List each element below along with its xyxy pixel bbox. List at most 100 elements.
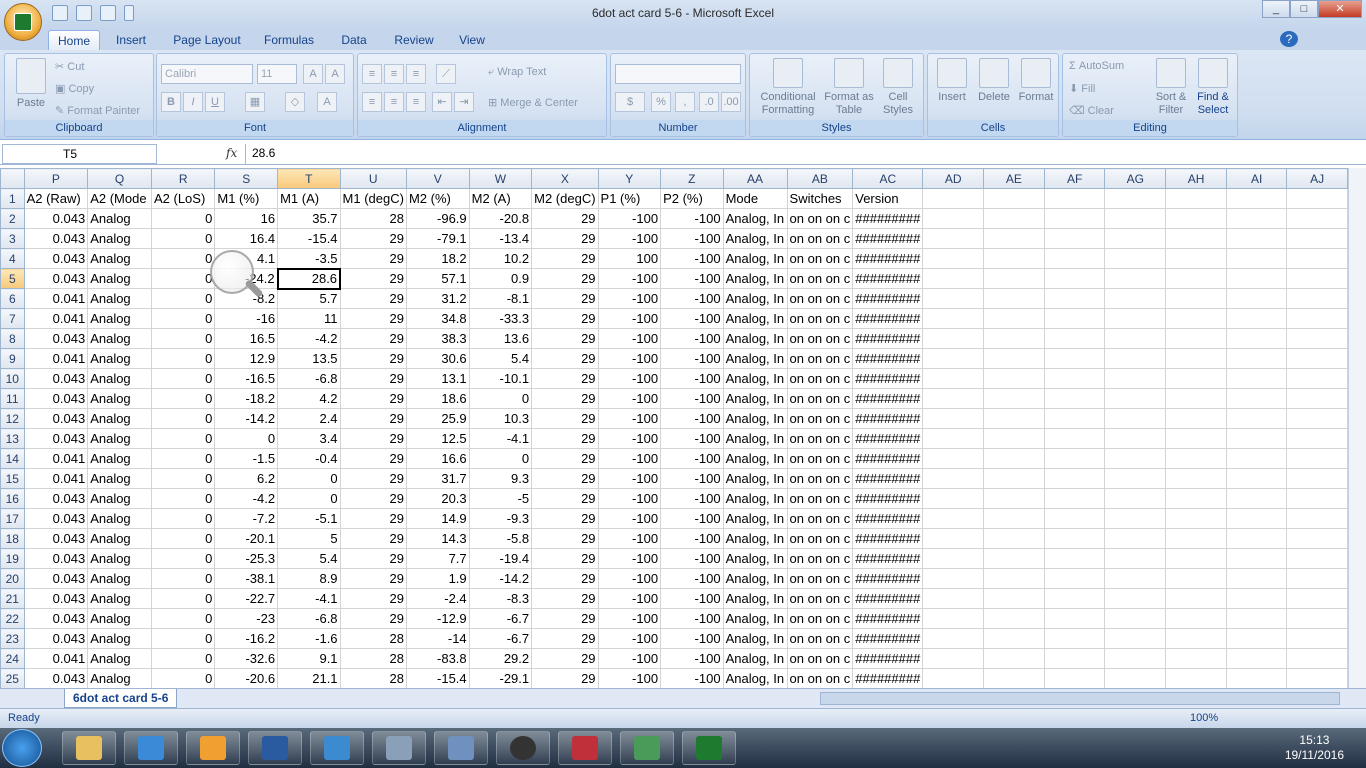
cell[interactable] xyxy=(1043,348,1106,369)
cell[interactable] xyxy=(1043,388,1106,409)
cell[interactable] xyxy=(1165,648,1227,669)
column-header[interactable]: P xyxy=(23,168,89,189)
cell[interactable]: 29 xyxy=(531,428,599,449)
cell[interactable]: 2.4 xyxy=(277,408,341,429)
cell[interactable]: ######### xyxy=(852,428,924,449)
cell[interactable]: 100 xyxy=(597,248,662,269)
cell[interactable]: on on on c xyxy=(786,668,854,688)
cell[interactable]: 0 xyxy=(150,348,216,369)
cell[interactable]: -100 xyxy=(597,428,662,449)
cell[interactable] xyxy=(1286,668,1348,688)
cell[interactable]: -100 xyxy=(660,308,724,329)
cell[interactable] xyxy=(1225,228,1288,249)
find-select-button[interactable]: Find & Select xyxy=(1193,58,1233,117)
network-icon[interactable] xyxy=(434,731,488,765)
cell[interactable] xyxy=(1286,448,1348,469)
cell[interactable] xyxy=(1043,368,1106,389)
column-header[interactable]: R xyxy=(150,168,216,189)
cell[interactable]: on on on c xyxy=(786,408,854,429)
conditional-formatting-button[interactable]: Conditional Formatting xyxy=(754,58,822,117)
cell[interactable]: M1 (degC) xyxy=(339,188,407,209)
cell[interactable]: 16.6 xyxy=(405,448,470,469)
cell[interactable] xyxy=(922,388,985,409)
cell[interactable] xyxy=(1104,508,1167,529)
cell[interactable]: -100 xyxy=(597,488,662,509)
cell[interactable]: ######### xyxy=(852,508,924,529)
cell[interactable] xyxy=(922,368,985,389)
cell[interactable]: 0.043 xyxy=(23,328,89,349)
cell[interactable]: 29 xyxy=(531,308,599,329)
cell[interactable]: P1 (%) xyxy=(597,188,662,209)
cell[interactable]: 0 xyxy=(150,588,216,609)
cell[interactable] xyxy=(983,668,1045,688)
cell[interactable]: -100 xyxy=(660,508,724,529)
cell[interactable] xyxy=(1165,588,1227,609)
cell[interactable]: -100 xyxy=(597,668,662,688)
cell[interactable]: Analog xyxy=(87,448,152,469)
cell[interactable] xyxy=(922,668,985,688)
column-header[interactable]: S xyxy=(214,168,279,189)
hp-icon[interactable] xyxy=(496,731,550,765)
app-red-icon[interactable] xyxy=(558,731,612,765)
cell[interactable] xyxy=(983,328,1045,349)
align-middle-icon[interactable]: ≡ xyxy=(384,64,404,84)
cell-styles-button[interactable]: Cell Styles xyxy=(876,58,920,117)
orientation-icon[interactable]: ⟋ xyxy=(436,64,456,84)
cell[interactable] xyxy=(1104,328,1167,349)
cell[interactable]: on on on c xyxy=(786,208,854,229)
cell[interactable] xyxy=(1104,188,1167,209)
cell[interactable]: -100 xyxy=(660,288,724,309)
cell[interactable] xyxy=(1286,368,1348,389)
paste-button[interactable]: Paste xyxy=(11,58,51,110)
cell[interactable]: ######### xyxy=(852,628,924,649)
cell[interactable]: -100 xyxy=(597,408,662,429)
cell[interactable]: -14 xyxy=(405,628,470,649)
cell[interactable]: 0.043 xyxy=(23,408,89,429)
cell[interactable]: Analog xyxy=(87,288,152,309)
align-top-icon[interactable]: ≡ xyxy=(362,64,382,84)
tab-view[interactable]: View xyxy=(452,30,492,50)
cell[interactable] xyxy=(1043,228,1106,249)
cell[interactable]: 0.043 xyxy=(23,388,89,409)
cell[interactable]: -4.2 xyxy=(214,488,279,509)
cell[interactable]: 13.1 xyxy=(405,368,470,389)
cell[interactable] xyxy=(983,448,1045,469)
cell[interactable]: Switches xyxy=(786,188,854,209)
cell[interactable]: 29 xyxy=(339,228,407,249)
cell[interactable]: 7.7 xyxy=(405,548,470,569)
cell[interactable] xyxy=(1104,448,1167,469)
cell[interactable]: 29 xyxy=(339,468,407,489)
cell[interactable]: Analog, In xyxy=(722,288,788,309)
cell[interactable]: 16.4 xyxy=(214,228,279,249)
cell[interactable]: 25.9 xyxy=(405,408,470,429)
cell[interactable]: 29 xyxy=(339,448,407,469)
cell[interactable]: Analog, In xyxy=(722,668,788,688)
copy-button[interactable]: ▣ Copy xyxy=(55,82,94,95)
cell[interactable]: -12.9 xyxy=(405,608,470,629)
align-center-icon[interactable]: ≡ xyxy=(384,92,404,112)
excel-icon[interactable] xyxy=(682,731,736,765)
cell[interactable] xyxy=(1225,568,1288,589)
cell[interactable]: 0 xyxy=(150,508,216,529)
cell[interactable] xyxy=(1225,368,1288,389)
column-header[interactable]: AJ xyxy=(1286,168,1348,189)
cell[interactable]: 29 xyxy=(531,248,599,269)
cell[interactable] xyxy=(922,248,985,269)
cell[interactable]: 0.043 xyxy=(23,508,89,529)
cell[interactable]: Analog, In xyxy=(722,268,788,289)
row-header[interactable]: 1 xyxy=(0,188,25,209)
cell[interactable]: Analog xyxy=(87,348,152,369)
cell[interactable]: -20.1 xyxy=(214,528,279,549)
cell[interactable]: 13.5 xyxy=(277,348,341,369)
cell[interactable] xyxy=(983,548,1045,569)
cell[interactable]: 10.3 xyxy=(468,408,533,429)
cell[interactable]: 29 xyxy=(339,388,407,409)
cell[interactable]: 14.3 xyxy=(405,528,470,549)
cell[interactable]: 0 xyxy=(468,388,533,409)
cell[interactable] xyxy=(1043,608,1106,629)
cell[interactable]: 0 xyxy=(150,608,216,629)
cell[interactable]: on on on c xyxy=(786,228,854,249)
vertical-scrollbar[interactable] xyxy=(1348,168,1366,688)
cell[interactable] xyxy=(1286,228,1348,249)
cell[interactable]: on on on c xyxy=(786,488,854,509)
